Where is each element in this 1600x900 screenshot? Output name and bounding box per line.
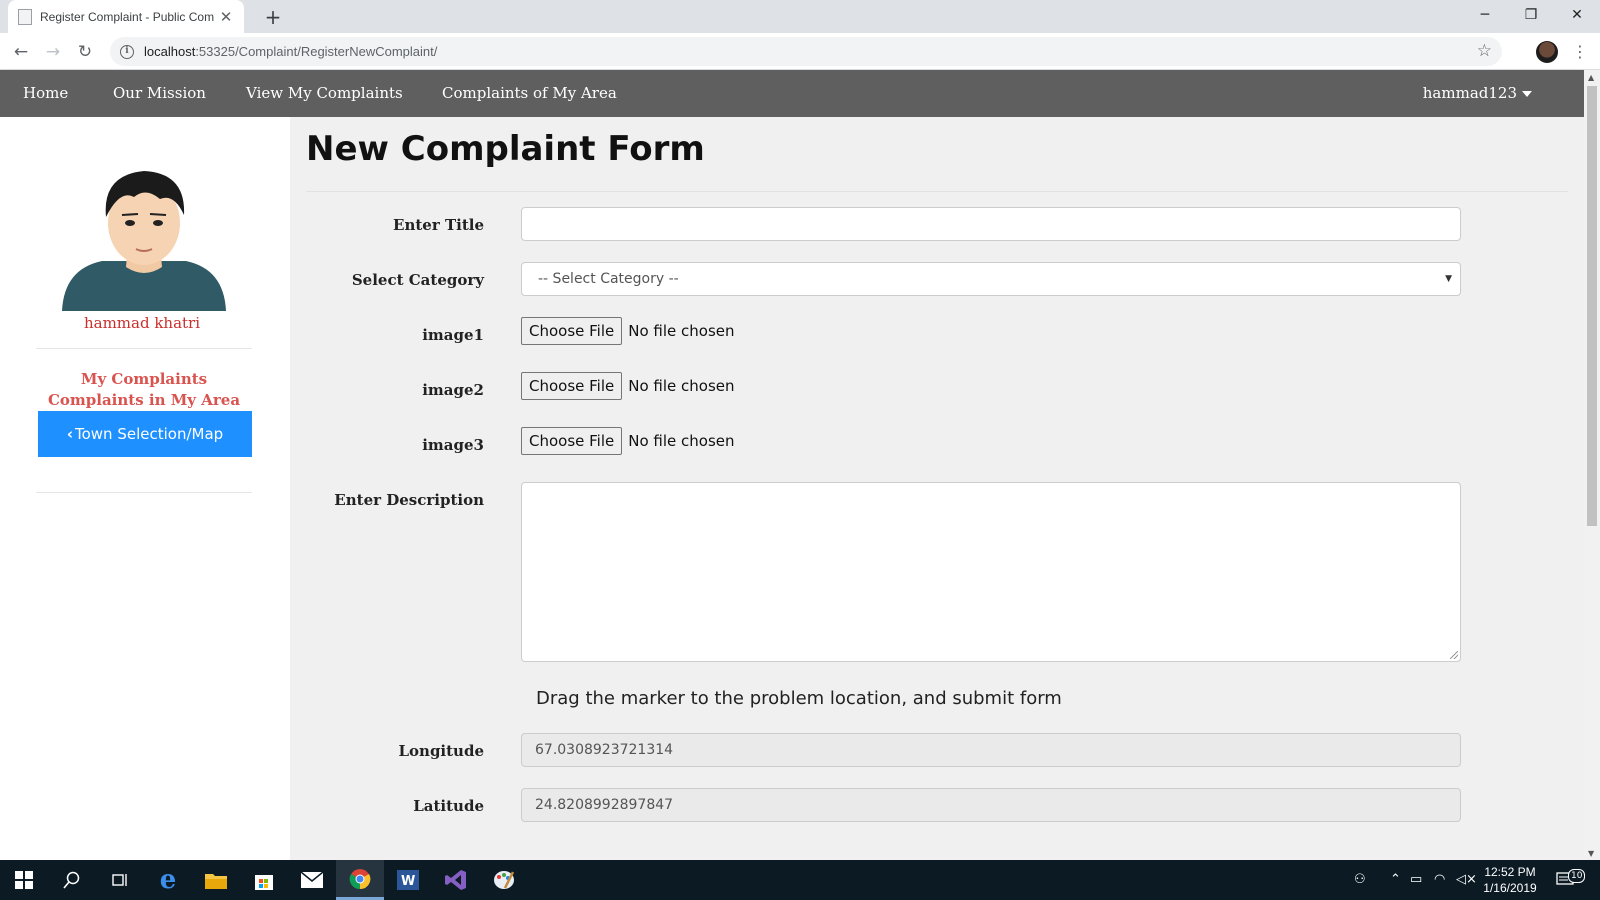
- category-label: Select Category: [351, 271, 484, 289]
- nav-our-mission[interactable]: Our Mission: [113, 70, 206, 117]
- browser-menu-icon[interactable]: ⋮: [1572, 39, 1588, 65]
- title-divider: [306, 191, 1568, 192]
- scrollbar-thumb[interactable]: [1587, 86, 1597, 526]
- window-close-icon[interactable]: ✕: [1554, 0, 1600, 30]
- chevron-down-icon: ▼: [1445, 274, 1452, 284]
- page-favicon-icon: [18, 8, 32, 25]
- mail-icon[interactable]: [288, 860, 336, 900]
- taskbar-clock[interactable]: 12:52 PM 1/16/2019: [1478, 864, 1542, 896]
- sidebar-username: hammad khatri: [83, 314, 201, 332]
- edge-browser-icon[interactable]: e: [144, 860, 192, 900]
- search-icon[interactable]: [48, 860, 96, 900]
- title-label: Enter Title: [393, 216, 484, 234]
- task-view-icon[interactable]: [96, 860, 144, 900]
- title-input[interactable]: [521, 207, 1461, 241]
- windows-start-icon[interactable]: [0, 860, 48, 900]
- reload-icon[interactable]: ↻: [72, 39, 98, 65]
- address-bar[interactable]: i localhost:53325/Complaint/RegisterNewC…: [110, 37, 1502, 66]
- image3-file-input: Choose File No file chosen: [521, 427, 735, 455]
- browser-toolbar: ← → ↻ i localhost:53325/Complaint/Regist…: [0, 33, 1600, 70]
- image1-choose-file-button[interactable]: Choose File: [521, 317, 623, 345]
- page-scrollbar[interactable]: ▲ ▼: [1584, 70, 1600, 860]
- category-select[interactable]: -- Select Category -- ▼: [521, 262, 1461, 296]
- bookmark-star-icon[interactable]: ☆: [1477, 41, 1492, 61]
- people-icon[interactable]: ⚇: [1354, 860, 1366, 900]
- image2-choose-file-button[interactable]: Choose File: [521, 372, 623, 400]
- sidebar-link-complaints-in-area[interactable]: Complaints in My Area: [36, 391, 252, 409]
- scroll-down-icon[interactable]: ▼: [1588, 849, 1594, 858]
- description-textarea[interactable]: [521, 482, 1461, 662]
- town-selection-label: Town Selection/Map: [75, 425, 224, 443]
- longitude-input[interactable]: 67.0308923721314: [521, 733, 1461, 767]
- volume-muted-icon[interactable]: ◁×: [1456, 860, 1477, 900]
- clock-date: 1/16/2019: [1483, 881, 1537, 895]
- image1-file-status: No file chosen: [628, 322, 735, 340]
- page-title: New Complaint Form: [306, 129, 705, 169]
- latitude-input[interactable]: 24.8208992897847: [521, 788, 1461, 822]
- sidebar: hammad khatri My Complaints Complaints i…: [0, 117, 290, 860]
- action-center-icon[interactable]: 10: [1556, 860, 1586, 900]
- town-selection-button[interactable]: ‹ Town Selection/Map: [38, 411, 252, 457]
- tab-close-icon[interactable]: ✕: [218, 8, 234, 26]
- caret-down-icon: [1522, 91, 1532, 97]
- new-tab-button[interactable]: +: [260, 4, 286, 30]
- user-menu[interactable]: hammad123: [1423, 70, 1532, 117]
- chevron-left-icon: ‹: [66, 425, 73, 443]
- url-text: localhost:53325/Complaint/RegisterNewCom…: [144, 44, 438, 59]
- restore-icon[interactable]: ❐: [1508, 0, 1554, 30]
- windows-taskbar: e W ⚇ ⌃ ▭ ◠ ◁× 12:52 PM 1/16/2019 10: [0, 860, 1600, 900]
- browser-tab[interactable]: Register Complaint - Public Com ✕: [8, 0, 244, 33]
- paint-icon[interactable]: [480, 860, 528, 900]
- image2-label: image2: [422, 381, 484, 399]
- image2-file-input: Choose File No file chosen: [521, 372, 735, 400]
- resize-grip-icon[interactable]: [1450, 651, 1458, 659]
- image3-label: image3: [422, 436, 484, 454]
- notification-count: 10: [1568, 869, 1586, 883]
- visual-studio-icon[interactable]: [432, 860, 480, 900]
- nav-home[interactable]: Home: [23, 70, 68, 117]
- category-select-value: -- Select Category --: [538, 271, 679, 287]
- nav-view-my-complaints[interactable]: View My Complaints: [246, 70, 403, 117]
- svg-text:W: W: [401, 874, 415, 889]
- back-icon[interactable]: ←: [8, 39, 34, 65]
- battery-icon[interactable]: ▭: [1410, 860, 1422, 900]
- clock-time: 12:52 PM: [1484, 865, 1536, 879]
- image1-file-input: Choose File No file chosen: [521, 317, 735, 345]
- longitude-label: Longitude: [398, 742, 484, 760]
- tray-chevron-up-icon[interactable]: ⌃: [1390, 860, 1401, 900]
- map-hint-text: Drag the marker to the problem location,…: [536, 688, 1062, 709]
- store-icon[interactable]: [240, 860, 288, 900]
- latitude-label: Latitude: [413, 797, 484, 815]
- scroll-up-icon[interactable]: ▲: [1588, 73, 1594, 82]
- forward-icon[interactable]: →: [40, 39, 66, 65]
- image3-file-status: No file chosen: [628, 432, 735, 450]
- profile-avatar-icon[interactable]: [1536, 41, 1558, 63]
- sidebar-link-my-complaints[interactable]: My Complaints: [36, 370, 252, 388]
- sidebar-divider: [36, 348, 252, 349]
- image2-file-status: No file chosen: [628, 377, 735, 395]
- word-icon[interactable]: W: [384, 860, 432, 900]
- image1-label: image1: [422, 326, 484, 344]
- site-info-icon[interactable]: i: [120, 44, 134, 59]
- description-label: Enter Description: [334, 491, 484, 509]
- complaint-form: New Complaint Form Enter Title Select Ca…: [290, 117, 1584, 860]
- minimize-icon[interactable]: ─: [1462, 0, 1508, 30]
- file-explorer-icon[interactable]: [192, 860, 240, 900]
- wifi-icon[interactable]: ◠: [1434, 860, 1445, 900]
- chrome-icon[interactable]: [336, 860, 384, 900]
- sidebar-divider: [36, 492, 252, 493]
- user-avatar: [62, 171, 226, 311]
- browser-tab-strip: Register Complaint - Public Com ✕ + ─ ❐ …: [0, 0, 1600, 33]
- image3-choose-file-button[interactable]: Choose File: [521, 427, 623, 455]
- user-menu-label: hammad123: [1422, 84, 1517, 102]
- site-navbar: Home Our Mission View My Complaints Comp…: [0, 70, 1584, 117]
- tab-title: Register Complaint - Public Com: [40, 9, 215, 24]
- nav-complaints-of-my-area[interactable]: Complaints of My Area: [442, 70, 617, 117]
